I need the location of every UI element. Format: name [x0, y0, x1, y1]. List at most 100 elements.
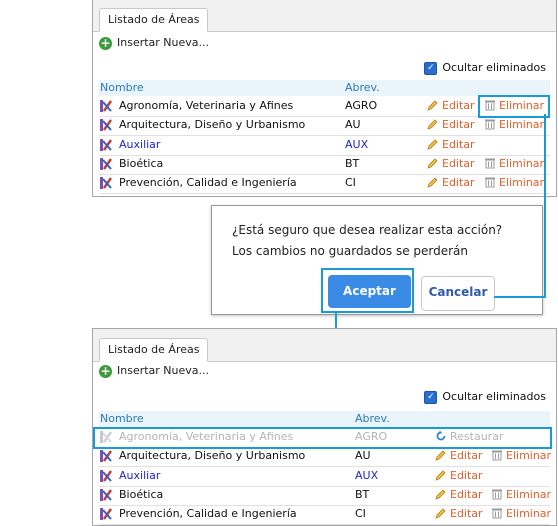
table-row: Auxiliar AUX Editar [99, 467, 550, 487]
edit-link[interactable]: Editar [435, 469, 483, 482]
delete-link[interactable]: Eliminar [484, 118, 544, 131]
trash-icon [484, 176, 499, 189]
column-header-name: Nombre [100, 412, 144, 425]
delete-link[interactable]: Eliminar [491, 488, 551, 501]
area-edit-icon [99, 469, 113, 483]
area-name: Bioética [119, 487, 164, 501]
connector-line [494, 296, 546, 298]
trash-icon [491, 488, 506, 501]
column-header-abbr: Abrev. [345, 81, 380, 94]
delete-link[interactable]: Eliminar [484, 157, 544, 170]
delete-link[interactable]: Eliminar [491, 449, 551, 462]
area-name: Agronomía, Veterinaria y Afines [119, 99, 294, 112]
delete-link[interactable]: Eliminar [491, 507, 551, 520]
area-edit-icon [99, 118, 113, 132]
table-row: Arquitectura, Diseño y Urbanismo AU Editar… [99, 116, 550, 137]
edit-link[interactable]: Editar [427, 138, 475, 151]
pencil-icon [435, 469, 450, 482]
area-name: Arquitectura, Diseño y Urbanismo [119, 449, 306, 463]
area-abbr: AU [345, 118, 361, 132]
edit-label: Editar [442, 137, 475, 151]
table-row: Prevención, Calidad e Ingeniería CI Editar… [99, 174, 550, 195]
edit-link[interactable]: Editar [427, 157, 475, 170]
confirm-message-line1: ¿Está seguro que desea realizar esta acc… [232, 223, 503, 237]
column-header-name: Nombre [100, 81, 144, 94]
pencil-icon [427, 138, 442, 151]
edit-label: Editar [450, 468, 483, 482]
edit-label: Editar [442, 118, 475, 132]
area-edit-icon [99, 99, 113, 113]
insert-new-label: Insertar Nueva... [117, 36, 210, 49]
area-edit-icon [99, 507, 113, 521]
tab-strip: Listado de Áreas [93, 0, 556, 32]
pencil-icon [435, 488, 450, 501]
delete-label: Eliminar [499, 176, 545, 190]
pencil-icon [435, 507, 450, 520]
checkbox-checked-icon[interactable]: ✓ [424, 390, 438, 404]
area-edit-icon [99, 488, 113, 502]
table-row: Arquitectura, Diseño y Urbanismo AU Editar… [99, 447, 551, 468]
delete-label: Eliminar [499, 156, 545, 170]
trash-icon [491, 449, 506, 462]
add-icon: + [99, 363, 112, 378]
edit-label: Editar [442, 99, 475, 112]
area-name: Arquitectura, Diseño y Urbanismo [119, 118, 306, 132]
pencil-icon [427, 176, 442, 189]
area-abbr: CI [355, 507, 366, 521]
edit-link[interactable]: Editar [427, 176, 475, 189]
area-edit-icon [99, 449, 113, 463]
edit-link[interactable]: Editar [435, 507, 483, 520]
column-header-abbr: Abrev. [355, 412, 390, 425]
hide-deleted-toggle[interactable]: ✓ Ocultar eliminados [424, 389, 546, 405]
area-edit-icon [99, 176, 113, 190]
table-row: Auxiliar AUX Editar [99, 136, 550, 156]
area-abbr: AGRO [345, 99, 378, 112]
area-abbr: AUX [345, 137, 369, 151]
tab-listado-areas[interactable]: Listado de Áreas [99, 8, 209, 32]
pencil-icon [435, 449, 450, 462]
checkbox-checked-icon[interactable]: ✓ [424, 61, 438, 75]
area-abbr: BT [355, 487, 370, 501]
edit-link[interactable]: Editar [435, 488, 483, 501]
delete-highlight-box [478, 95, 550, 118]
table-row: Prevención, Calidad e Ingeniería CI Editar… [99, 505, 551, 525]
edit-label: Editar [442, 156, 475, 170]
trash-icon [491, 507, 506, 520]
edit-link[interactable]: Editar [427, 99, 475, 112]
area-abbr: CI [345, 176, 356, 190]
area-edit-icon [99, 138, 113, 152]
table-header: Nombre Abrev. [99, 80, 550, 96]
hide-deleted-toggle[interactable]: ✓ Ocultar eliminados [424, 60, 546, 76]
area-abbr: AU [355, 449, 371, 463]
pencil-icon [427, 99, 442, 112]
cancel-button[interactable]: Cancelar [421, 276, 495, 311]
insert-new-link[interactable]: + Insertar Nueva... [99, 363, 209, 379]
pencil-icon [427, 118, 442, 131]
delete-label: Eliminar [506, 449, 552, 463]
table-row: Bioética BT Editar Eliminar [99, 486, 551, 506]
insert-new-label: Insertar Nueva... [117, 364, 210, 377]
delete-link[interactable]: Eliminar [484, 176, 544, 189]
area-name: Prevención, Calidad e Ingeniería [119, 507, 297, 521]
area-edit-icon [99, 157, 113, 171]
edit-link[interactable]: Editar [427, 118, 475, 131]
tab-listado-areas[interactable]: Listado de Áreas [99, 338, 209, 362]
edit-link[interactable]: Editar [435, 449, 483, 462]
table-row: Bioética BT Editar Eliminar [99, 155, 550, 175]
trash-icon [484, 118, 499, 131]
edit-label: Editar [450, 449, 483, 463]
pencil-icon [427, 157, 442, 170]
edit-label: Editar [442, 176, 475, 190]
edit-label: Editar [450, 487, 483, 501]
area-abbr: AUX [355, 468, 379, 482]
insert-new-link[interactable]: + Insertar Nueva... [99, 35, 209, 51]
add-icon: + [99, 35, 112, 50]
area-name: Bioética [119, 156, 164, 170]
deleted-row-highlight-box [93, 427, 552, 449]
edit-label: Editar [450, 507, 483, 521]
table-header: Nombre Abrev. [99, 411, 550, 427]
trash-icon [484, 157, 499, 170]
accept-highlight-box [321, 268, 414, 313]
delete-label: Eliminar [506, 487, 552, 501]
area-name: Auxiliar [119, 468, 161, 482]
